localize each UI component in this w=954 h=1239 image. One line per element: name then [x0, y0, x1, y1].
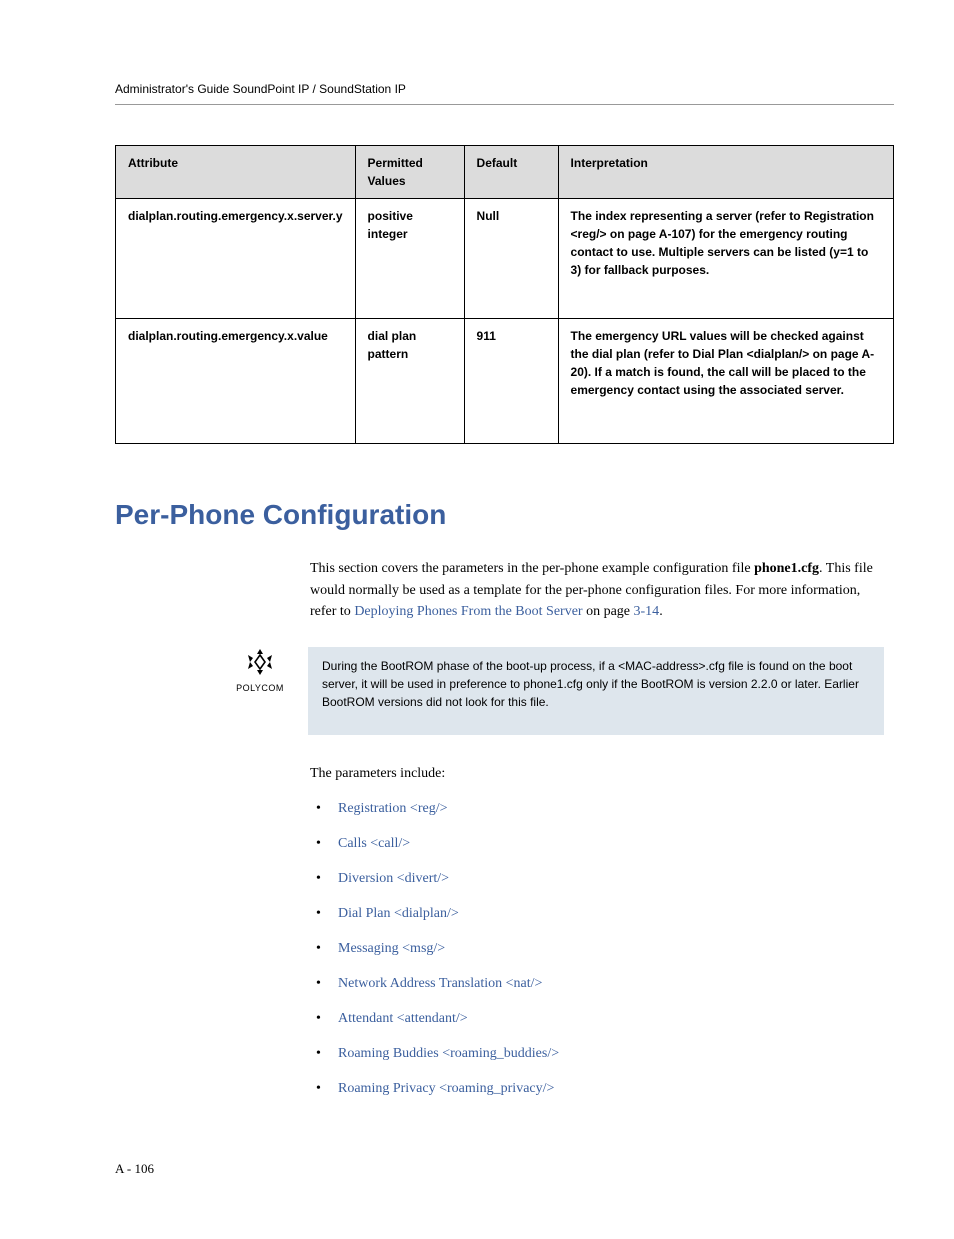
- list-item: Network Address Translation <nat/>: [310, 973, 884, 994]
- list-item: Roaming Buddies <roaming_buddies/>: [310, 1043, 884, 1064]
- link-roaming-buddies[interactable]: Roaming Buddies <roaming_buddies/>: [338, 1046, 559, 1061]
- list-item: Registration <reg/>: [310, 798, 884, 819]
- link-messaging[interactable]: Messaging <msg/>: [338, 941, 445, 956]
- th-default: Default: [464, 146, 558, 199]
- link-diversion[interactable]: Diversion <divert/>: [338, 871, 449, 886]
- cell-default: 911: [464, 319, 558, 444]
- link-nat[interactable]: Network Address Translation <nat/>: [338, 976, 542, 991]
- intro-link-deploying[interactable]: Deploying Phones From the Boot Server: [354, 604, 582, 619]
- link-calls[interactable]: Calls <call/>: [338, 836, 410, 851]
- th-permitted: Permitted Values: [355, 146, 464, 199]
- th-attribute: Attribute: [116, 146, 356, 199]
- list-item: Dial Plan <dialplan/>: [310, 903, 884, 924]
- list-intro: The parameters include:: [310, 763, 884, 784]
- link-registration[interactable]: Registration <reg/>: [338, 801, 448, 816]
- polycom-logo-text: POLYCOM: [236, 682, 284, 696]
- table-header-row: Attribute Permitted Values Default Inter…: [116, 146, 894, 199]
- table-row: dialplan.routing.emergency.x.server.y po…: [116, 199, 894, 319]
- cell-interpretation: The index representing a server (refer t…: [558, 199, 893, 319]
- table-row: dialplan.routing.emergency.x.value dial …: [116, 319, 894, 444]
- cell-permitted: positive integer: [355, 199, 464, 319]
- th-interpretation: Interpretation: [558, 146, 893, 199]
- list-item: Calls <call/>: [310, 833, 884, 854]
- intro-paragraph: This section covers the parameters in th…: [310, 558, 884, 623]
- list-item: Attendant <attendant/>: [310, 1008, 884, 1029]
- note-block: POLYCOM During the BootROM phase of the …: [230, 647, 884, 735]
- section-heading: Per-Phone Configuration: [115, 494, 894, 536]
- intro-text-3: on page: [583, 604, 634, 619]
- cell-default: Null: [464, 199, 558, 319]
- params-list: Registration <reg/> Calls <call/> Divers…: [310, 798, 884, 1099]
- link-attendant[interactable]: Attendant <attendant/>: [338, 1011, 468, 1026]
- intro-text-4: .: [659, 604, 663, 619]
- page-header: Administrator's Guide SoundPoint IP / So…: [115, 80, 894, 105]
- list-item: Roaming Privacy <roaming_privacy/>: [310, 1078, 884, 1099]
- params-table: Attribute Permitted Values Default Inter…: [115, 145, 894, 444]
- page-footer: A - 106: [115, 1159, 894, 1179]
- intro-pageref[interactable]: 3-14: [634, 604, 660, 619]
- cell-attribute: dialplan.routing.emergency.x.server.y: [116, 199, 356, 319]
- cell-attribute: dialplan.routing.emergency.x.value: [116, 319, 356, 444]
- link-roaming-privacy[interactable]: Roaming Privacy <roaming_privacy/>: [338, 1081, 554, 1096]
- intro-bold-filename: phone1.cfg: [754, 561, 819, 576]
- polycom-logo: POLYCOM: [230, 649, 290, 698]
- cell-interpretation: The emergency URL values will be checked…: [558, 319, 893, 444]
- list-item: Messaging <msg/>: [310, 938, 884, 959]
- list-item: Diversion <divert/>: [310, 868, 884, 889]
- cell-permitted: dial plan pattern: [355, 319, 464, 444]
- intro-text-1: This section covers the parameters in th…: [310, 561, 754, 576]
- link-dialplan[interactable]: Dial Plan <dialplan/>: [338, 906, 459, 921]
- note-box: During the BootROM phase of the boot-up …: [308, 647, 884, 735]
- polycom-logo-icon: [245, 649, 275, 675]
